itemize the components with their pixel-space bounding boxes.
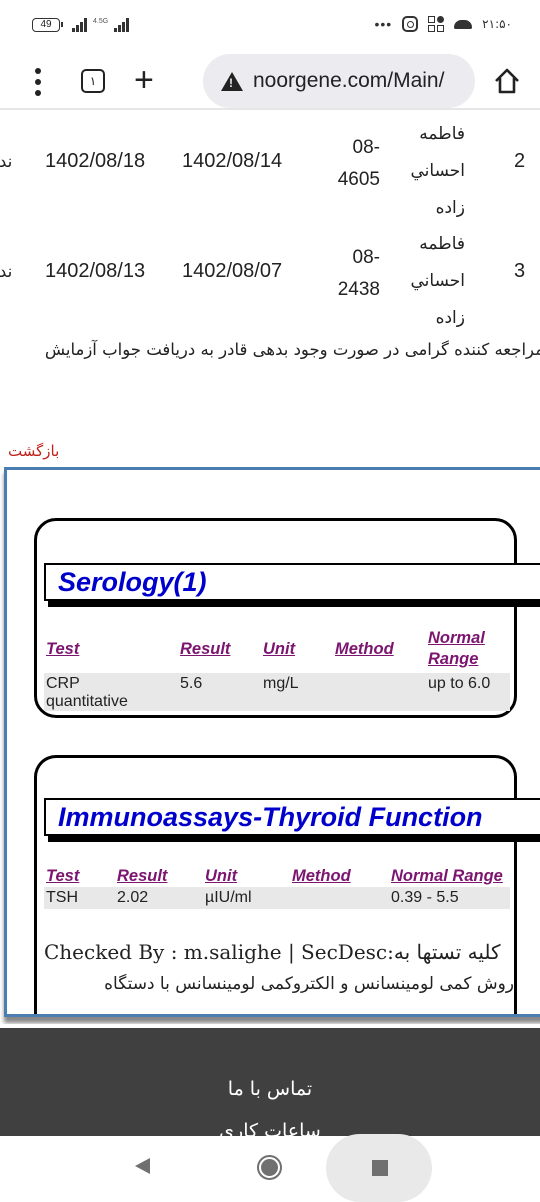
cell-result: 5.6 bbox=[180, 675, 203, 692]
signal-4g-icon bbox=[114, 18, 130, 32]
tabs-icon[interactable]: ۱ bbox=[81, 69, 105, 93]
report-container: Serology(1) Test Result Unit Method Norm… bbox=[4, 467, 540, 1017]
back-link[interactable]: بازگشت bbox=[8, 442, 59, 460]
cloud-icon bbox=[454, 19, 473, 29]
system-nav-bar bbox=[0, 1134, 540, 1202]
debt-notice: مراجعه کننده گرامی در صورت وجود بدهی قاد… bbox=[44, 340, 540, 359]
method-description-line: روش کمی لومینسانس و الکتروکمی لومینسانس … bbox=[104, 974, 514, 994]
url-text[interactable]: noorgene.com/Main/ bbox=[253, 69, 444, 93]
section-card-thyroid: Immunoassays-Thyroid Function Test Resul… bbox=[34, 755, 540, 1014]
sample-date: 1402/08/07 bbox=[182, 260, 283, 282]
patient-name: فاطمه احساني زاده bbox=[410, 234, 465, 328]
cell-unit: mg/L bbox=[263, 675, 299, 692]
menu-icon[interactable] bbox=[30, 68, 46, 96]
checked-by-note: Checked By : m.salighe | SecDesc:کلیه تس… bbox=[44, 936, 514, 1000]
cell-normal-range: up to 6.0 bbox=[428, 675, 491, 692]
warning-icon[interactable] bbox=[221, 71, 243, 91]
status-bar: 49 4.5G ••• ۲۱:۵۰ bbox=[0, 0, 540, 52]
section-title: Immunoassays-Thyroid Function bbox=[58, 802, 483, 832]
cell-result: 2.02 bbox=[117, 889, 149, 906]
status-cell[interactable]: ندا bbox=[0, 152, 12, 172]
home-icon[interactable] bbox=[493, 67, 521, 95]
url-bar[interactable]: noorgene.com/Main/ bbox=[203, 54, 475, 108]
table-row[interactable]: 3 فاطمه احساني زاده 08-2438 1402/08/07 1… bbox=[0, 222, 540, 332]
section-title-box: Serology(1) bbox=[44, 563, 540, 601]
col-header-result[interactable]: Result bbox=[117, 866, 167, 887]
more-dots-icon: ••• bbox=[374, 16, 393, 32]
cell-test: TSH bbox=[46, 889, 78, 906]
section-title-box: Immunoassays-Thyroid Function bbox=[44, 798, 540, 836]
col-header-unit[interactable]: Unit bbox=[263, 639, 295, 660]
back-icon[interactable] bbox=[135, 1158, 150, 1174]
col-header-result[interactable]: Result bbox=[180, 639, 230, 660]
col-header-method[interactable]: Method bbox=[292, 866, 351, 887]
sample-date: 1402/08/14 bbox=[182, 150, 283, 172]
network-type-label: 4.5G bbox=[93, 17, 109, 25]
table-row: TSH 2.02 µIU/ml 0.39 - 5.5 bbox=[44, 887, 510, 909]
patient-name: فاطمه احساني زاده bbox=[410, 124, 465, 218]
browser-toolbar: ۱ + noorgene.com/Main/ bbox=[0, 52, 540, 110]
table-row[interactable]: 2 فاطمه احساني زاده 08-4605 1402/08/14 1… bbox=[0, 112, 540, 222]
checked-by-line: Checked By : m.salighe | SecDesc:کلیه تس… bbox=[44, 940, 501, 964]
section-card-serology: Serology(1) Test Result Unit Method Norm… bbox=[34, 518, 540, 718]
section-title: Serology(1) bbox=[58, 567, 207, 597]
cell-unit: µIU/ml bbox=[205, 889, 252, 906]
reception-code: 08-2438 bbox=[337, 247, 380, 300]
col-header-unit[interactable]: Unit bbox=[205, 866, 237, 887]
col-header-method[interactable]: Method bbox=[335, 639, 394, 660]
col-header-normal-range[interactable]: Normal Range bbox=[428, 628, 498, 670]
row-index: 2 bbox=[514, 150, 526, 172]
apps-icon bbox=[428, 16, 445, 32]
cell-normal-range: 0.39 - 5.5 bbox=[391, 889, 459, 906]
new-tab-icon[interactable]: + bbox=[134, 60, 154, 100]
instagram-icon bbox=[402, 16, 419, 32]
row-index: 3 bbox=[514, 260, 526, 282]
contact-us-link[interactable]: تماس با ما bbox=[0, 1078, 540, 1100]
home-circle-icon[interactable] bbox=[257, 1155, 282, 1180]
recents-icon[interactable] bbox=[372, 1160, 388, 1176]
page-content: 2 فاطمه احساني زاده 08-4605 1402/08/14 1… bbox=[0, 112, 540, 1024]
answer-date: 1402/08/18 bbox=[45, 150, 146, 172]
cell-test: CRP quantitative bbox=[46, 675, 128, 710]
col-header-test[interactable]: Test bbox=[46, 639, 79, 660]
reception-code: 08-4605 bbox=[337, 137, 380, 190]
battery-icon: 49 bbox=[32, 18, 63, 32]
answer-date: 1402/08/13 bbox=[45, 260, 146, 282]
signal-icon bbox=[72, 18, 87, 32]
table-row: CRP quantitative 5.6 mg/L up to 6.0 bbox=[44, 673, 510, 711]
status-cell[interactable]: ندا bbox=[0, 262, 12, 282]
col-header-test[interactable]: Test bbox=[46, 866, 79, 887]
site-footer: تماس با ما ساعات کاری bbox=[0, 1028, 540, 1138]
col-header-normal-range[interactable]: Normal Range bbox=[391, 866, 503, 887]
clock: ۲۱:۵۰ bbox=[482, 17, 512, 31]
